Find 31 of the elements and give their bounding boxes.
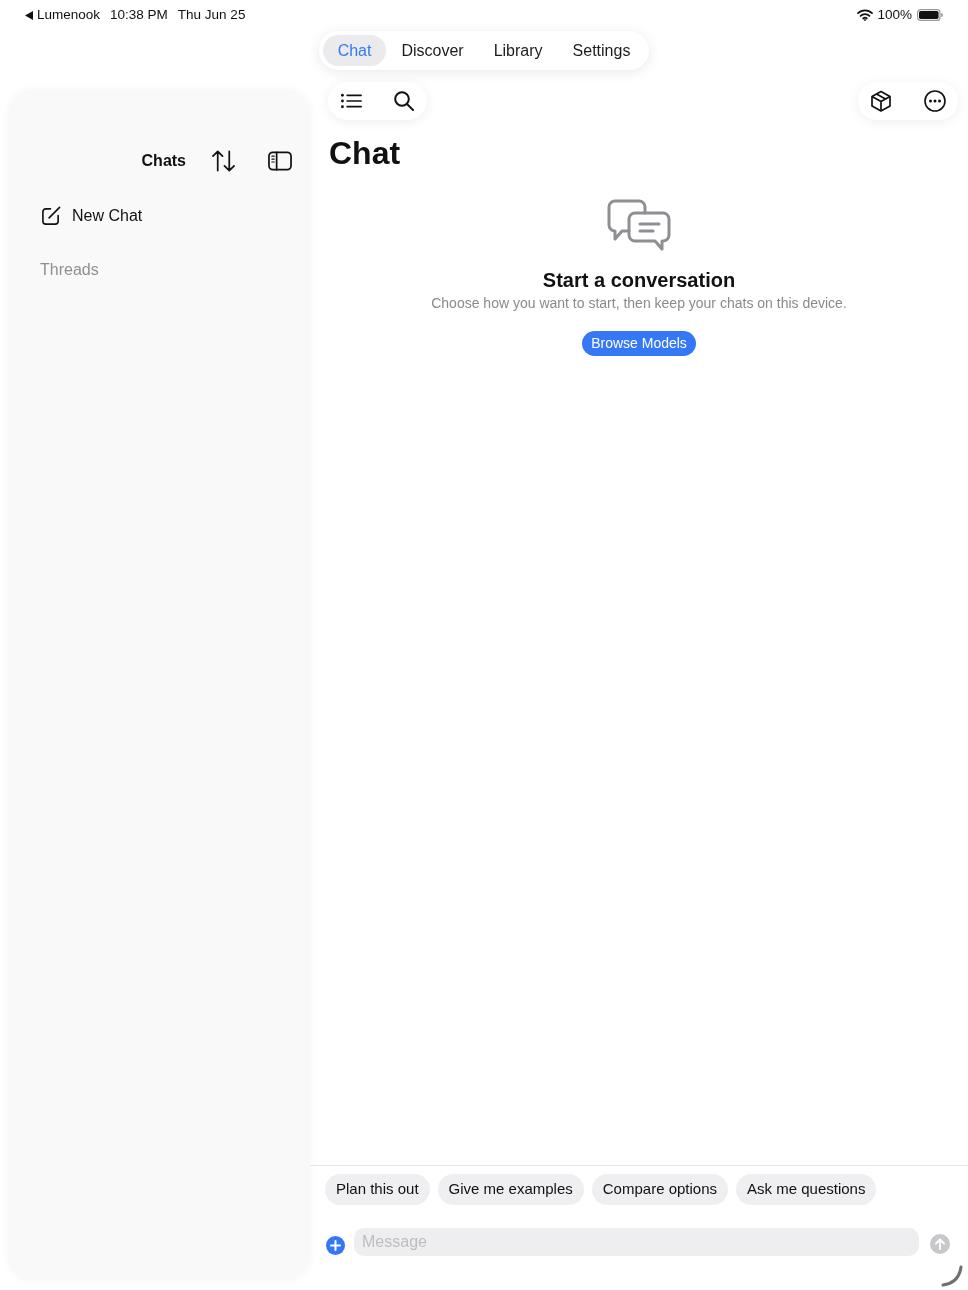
wifi-icon <box>857 9 874 21</box>
tab[interactable]: Settings <box>557 35 646 66</box>
suggestion-chip[interactable]: Give me examples <box>437 1174 584 1205</box>
search-icon[interactable] <box>394 91 414 111</box>
cube-icon[interactable] <box>870 90 892 112</box>
chat-bubbles-icon <box>607 199 671 251</box>
more-icon[interactable] <box>924 90 946 112</box>
back-to-app-link[interactable]: Lumenook <box>25 4 101 26</box>
page-title: Chat <box>329 134 401 172</box>
sort-icon[interactable] <box>211 149 236 173</box>
suggestion-chip[interactable]: Compare options <box>591 1174 728 1205</box>
browse-models-button[interactable]: Browse Models <box>582 331 696 356</box>
empty-state-title: Start a conversation <box>542 268 736 293</box>
add-icon[interactable] <box>326 1235 345 1255</box>
sidebar-toggle-icon[interactable] <box>268 151 292 171</box>
battery-icon <box>917 9 943 21</box>
resize-handle-icon[interactable] <box>941 1265 963 1287</box>
tab[interactable]: Discover <box>386 35 479 66</box>
empty-state-subtitle: Choose how you want to start, then keep your chats on this device. <box>431 294 847 312</box>
list-icon[interactable] <box>341 93 362 109</box>
status-time: 10:38 PM <box>110 5 168 24</box>
sidebar-title: Chats <box>141 151 186 171</box>
new-chat-button[interactable]: New Chat <box>41 204 143 228</box>
compose-icon <box>41 206 61 226</box>
suggestion-chip[interactable]: Ask me questions <box>736 1174 877 1205</box>
status-date: Thu Jun 25 <box>177 5 246 24</box>
section-header: Threads <box>40 260 99 280</box>
suggestion-chip[interactable]: Plan this out <box>325 1174 430 1205</box>
battery-percentage: 100% <box>877 5 912 24</box>
tab[interactable]: Library <box>478 35 558 66</box>
back-icon <box>25 10 33 20</box>
